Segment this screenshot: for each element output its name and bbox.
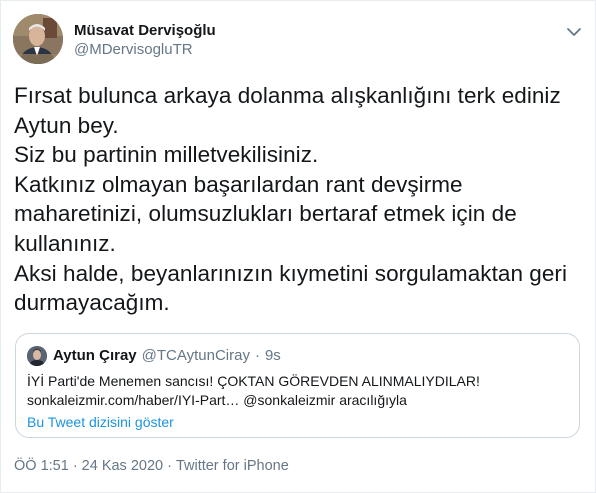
tweet-text-line: durmayacağım. — [14, 290, 170, 316]
tweet-card: Müsavat Dervişoğlu @MDervisogluTR Fırsat… — [0, 0, 596, 493]
quoted-tweet-header: Aytun Çıray @TCAytunCiray · 9s — [27, 346, 281, 366]
author-display-name[interactable]: Müsavat Dervişoğlu — [74, 21, 216, 40]
tweet-text-line: maharetinizi, olumsuzlukları bertaraf et… — [14, 201, 517, 227]
show-thread-link[interactable]: Bu Tweet dizisini göster — [27, 413, 174, 431]
quoted-author-handle: @TCAytunCiray — [141, 347, 250, 364]
tweet-text: Fırsat bulunca arkaya dolanma alışkanlığ… — [14, 81, 589, 318]
tweet-text-line: Siz bu partinin milletvekilisiniz. — [14, 142, 319, 168]
quoted-author-avatar — [27, 346, 47, 366]
meta-separator: · — [167, 458, 172, 474]
tweet-text-line: kullanınız. — [14, 230, 116, 256]
author-handle[interactable]: @MDervisogluTR — [74, 40, 216, 60]
tweet-text-line: Fırsat bulunca arkaya dolanma alışkanlığ… — [14, 83, 561, 108]
author-avatar[interactable] — [13, 14, 63, 64]
quoted-author-name: Aytun Çıray — [53, 347, 137, 364]
tweet-time[interactable]: ÖÖ 1:51 — [14, 457, 69, 475]
meta-separator: · — [72, 458, 78, 474]
quoted-separator: · — [254, 347, 260, 364]
chevron-down-icon[interactable] — [565, 23, 583, 41]
tweet-text-line: Katkınız olmayan başarılardan rant devşi… — [14, 171, 463, 197]
quoted-text-line: İYİ Parti'de Menemen sancısı! ÇOKTAN GÖR… — [27, 373, 480, 389]
tweet-date[interactable]: 24 Kas 2020 — [82, 457, 163, 475]
author-avatar-image — [13, 14, 63, 64]
tweet-metadata: ÖÖ 1:51 · 24 Kas 2020 · Twitter for iPhone — [14, 457, 289, 475]
tweet-source[interactable]: Twitter for iPhone — [176, 457, 289, 475]
quoted-timestamp: 9s — [264, 347, 281, 364]
quoted-tweet-text: İYİ Parti'de Menemen sancısı! ÇOKTAN GÖR… — [27, 372, 572, 409]
tweet-text-line: Aksi halde, beyanlarınızın kıymetini sor… — [14, 260, 568, 286]
tweet-text-line: Aytun bey. — [14, 112, 119, 138]
quoted-tweet[interactable]: Aytun Çıray @TCAytunCiray · 9s İYİ Parti… — [15, 333, 580, 438]
author-info: Müsavat Dervişoğlu @MDervisogluTR — [74, 21, 216, 60]
quoted-text-line: sonkaleizmir.com/haber/IYI-Part… @sonkal… — [27, 391, 407, 408]
